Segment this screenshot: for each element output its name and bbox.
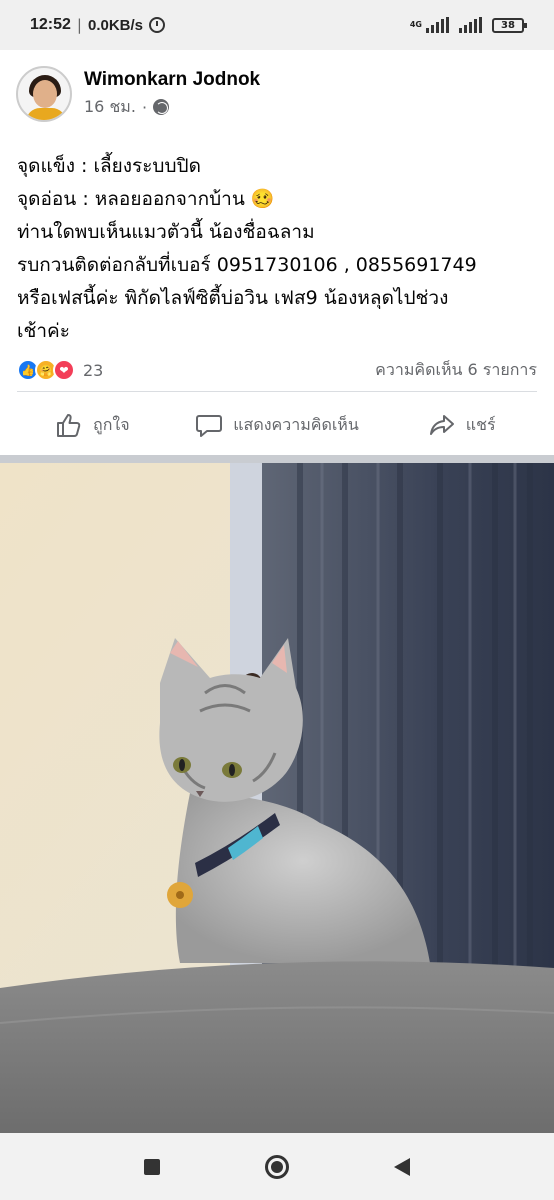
alarm-icon [149,17,166,33]
status-bar: 12:52 | 0.0KB/s 4G 38 [0,0,554,50]
post-line: หรือเฟสนี้ค่ะ พิกัดไลฟ์ซิตี้บ่อวิน เฟส9 … [17,287,449,309]
share-button[interactable]: แชร์ [369,400,554,450]
post-header: Wimonkarn Jodnok 16 ชม. · [16,62,538,126]
status-time: 12:52 [30,16,71,33]
like-label: ถูกใจ [93,414,130,434]
network-type-label: 4G [409,20,422,29]
status-indicators: 4G 38 [409,17,527,33]
post-line: ท่านใดพบเห็นแมวตัวนี้ น้องชื่อฉลาม [17,221,315,243]
back-icon [393,1157,410,1176]
post-photo[interactable] [0,463,554,1133]
reaction-count[interactable]: 23 [83,361,103,380]
home-icon [264,1154,289,1179]
post-meta: 16 ชม. · [84,95,260,120]
thumbs-up-icon [57,414,81,437]
love-reaction-icon: ❤ [53,359,75,381]
share-label: แชร์ [465,414,496,434]
post-line: รบกวนติดต่อกลับที่เบอร์ 0951730106 , 085… [17,254,477,276]
signal-strength-icon-2 [459,17,482,33]
meta-dot: · [141,97,148,117]
recents-icon [144,1158,161,1175]
post-header-text: Wimonkarn Jodnok 16 ชม. · [84,69,260,120]
home-button[interactable] [257,1147,297,1187]
comment-label: แสดงความคิดเห็น [233,414,359,434]
author-name[interactable]: Wimonkarn Jodnok [84,69,260,91]
signal-strength-icon [426,17,449,33]
post-line: เช้าค่ะ [17,320,70,342]
back-button[interactable] [382,1147,422,1187]
status-separator: | [76,16,82,34]
share-icon [429,415,454,435]
system-nav-bar [0,1133,554,1200]
reactions-summary: 👍 🤗 ❤ 23 ความคิดเห็น 6 รายการ [17,356,537,384]
post-line: จุดแข็ง : เลี้ยงระบบปิด [17,155,201,177]
comment-button[interactable]: แสดงความคิดเห็น [185,400,370,450]
post-time[interactable]: 16 ชม. [84,95,136,120]
status-network-speed: 0.0KB/s [87,16,144,34]
battery-icon: 38 [492,18,527,33]
post-actions: ถูกใจ แสดงความคิดเห็น แชร์ [0,400,554,450]
globe-icon [153,99,170,115]
divider [17,391,537,392]
comment-icon [196,415,223,437]
like-button[interactable]: ถูกใจ [0,400,185,450]
cat-photo-image [0,463,554,1133]
section-gap [0,455,554,463]
recents-button[interactable] [132,1147,172,1187]
post-text: จุดแข็ง : เลี้ยงระบบปิด จุดอ่อน : หลอยออ… [17,150,540,348]
post-line: จุดอ่อน : หลอยออกจากบ้าน 🥴 [17,188,275,210]
comment-count[interactable]: ความคิดเห็น 6 รายการ [375,358,537,383]
reaction-icons[interactable]: 👍 🤗 ❤ [17,359,75,381]
author-avatar[interactable] [16,66,72,122]
